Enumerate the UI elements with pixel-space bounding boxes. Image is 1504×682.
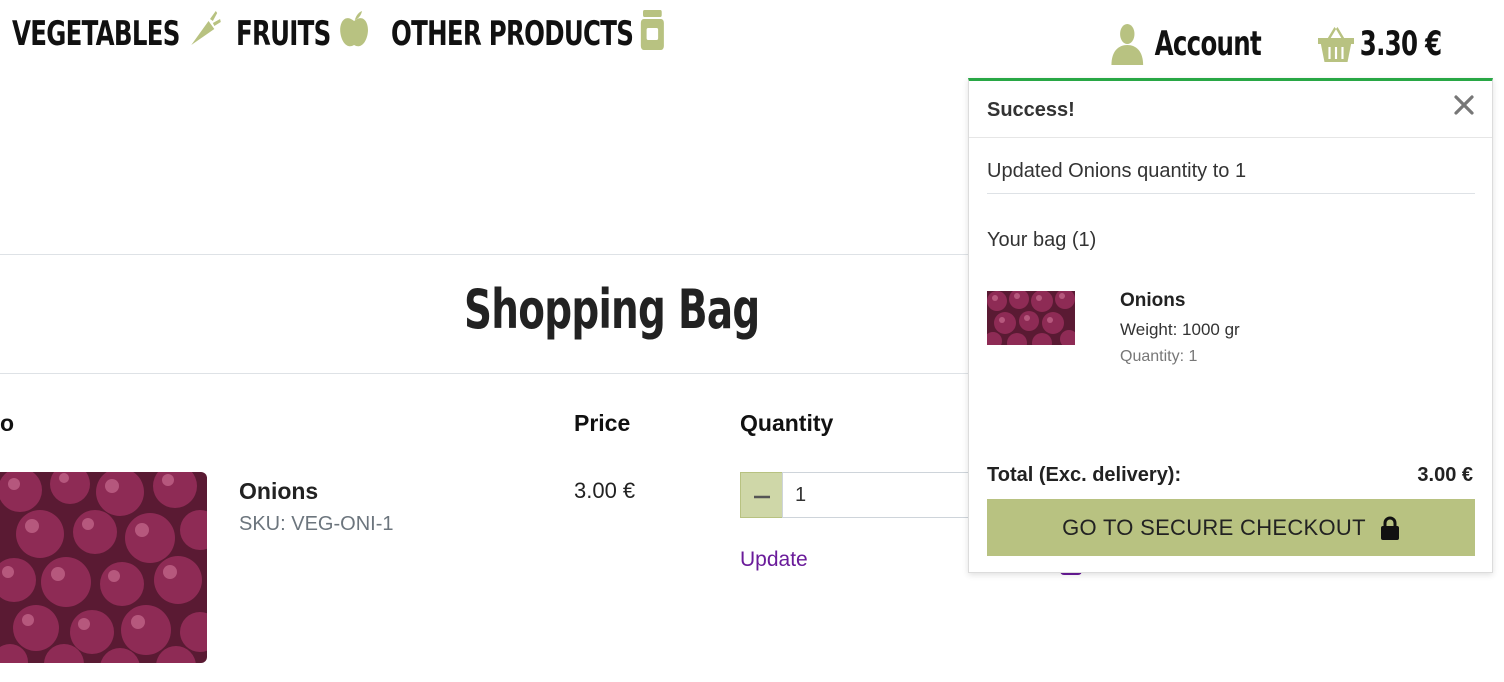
jar-icon (640, 9, 665, 59)
quantity-decrement-button[interactable] (740, 472, 783, 518)
toast-title: Success! (987, 99, 1075, 121)
toast-product-image (987, 291, 1075, 345)
toast-total-label: Total (Exc. delivery): (987, 464, 1182, 486)
toast-divider (987, 193, 1475, 194)
apple-icon (338, 10, 371, 58)
toast-header: Success! (969, 81, 1492, 138)
product-price: 3.00 € (574, 478, 636, 503)
toast-total-value: 3.00 € (1417, 464, 1473, 486)
divider-bottom (0, 373, 1000, 374)
product-name: Onions (239, 478, 319, 504)
nav-vegetables[interactable]: VEGETABLES (12, 10, 223, 58)
basket-icon (1318, 26, 1354, 62)
bag-link[interactable]: 3.30 € (1318, 22, 1442, 66)
account-link[interactable]: Account (1110, 22, 1262, 66)
column-price: Price (574, 410, 631, 436)
secure-checkout-button[interactable]: GO TO SECURE CHECKOUT (987, 499, 1475, 556)
quantity-input[interactable] (782, 472, 982, 518)
product-sku: SKU: VEG-ONI-1 (239, 513, 394, 535)
nav-other-products[interactable]: OTHER PRODUCTS (391, 9, 665, 59)
nav-fruits[interactable]: FRUITS (236, 10, 371, 58)
bag-total: 3.30 € (1359, 24, 1442, 64)
success-toast: Success! Updated Onions quantity to 1 Yo… (968, 78, 1493, 573)
nav-fruits-label: FRUITS (236, 14, 331, 54)
column-product-partial: o (0, 410, 15, 436)
carrot-icon (187, 10, 223, 58)
update-link[interactable]: Update (740, 548, 808, 572)
toast-bag-count: Your bag (1) (987, 229, 1097, 251)
divider-top (0, 254, 1000, 255)
toast-product-quantity: Quantity: 1 (1120, 348, 1198, 365)
toast-product-name: Onions (1120, 290, 1186, 311)
product-image (0, 472, 207, 663)
toast-message: Updated Onions quantity to 1 (987, 160, 1247, 182)
page-title: Shopping Bag (464, 278, 760, 341)
minus-icon (753, 486, 770, 504)
nav-vegetables-label: VEGETABLES (12, 14, 180, 54)
checkout-label: GO TO SECURE CHECKOUT (1062, 514, 1366, 540)
account-label: Account (1154, 24, 1262, 64)
user-icon (1110, 23, 1145, 65)
close-icon[interactable] (1452, 93, 1476, 117)
nav-other-label: OTHER PRODUCTS (391, 14, 634, 54)
toast-product-weight: Weight: 1000 gr (1120, 320, 1240, 339)
lock-icon (1380, 516, 1400, 540)
column-quantity: Quantity (740, 410, 834, 436)
